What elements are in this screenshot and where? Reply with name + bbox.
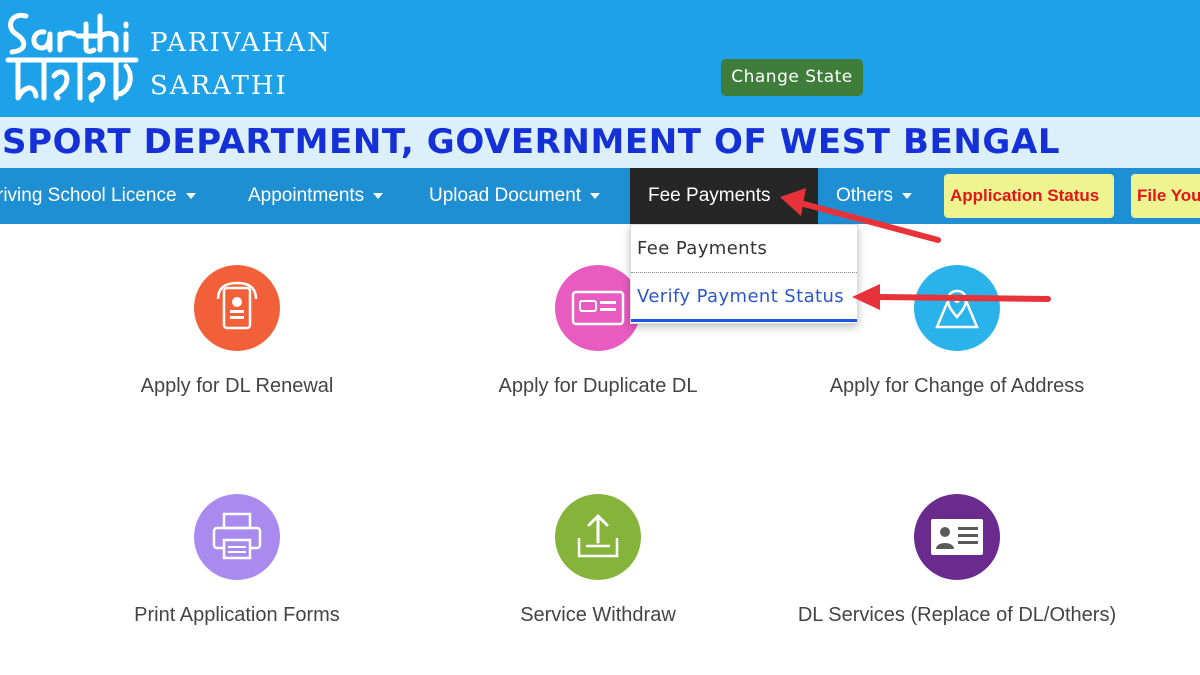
- nav-driving-school-licence[interactable]: riving School Licence: [0, 168, 196, 224]
- main-nav: riving School Licence Appointments Uploa…: [0, 168, 1200, 224]
- fee-payments-dropdown: Fee Payments Verify Payment Status: [630, 224, 858, 324]
- department-banner: SPORT DEPARTMENT, GOVERNMENT OF WEST BEN…: [0, 117, 1200, 168]
- site-brand-text: PARIVAHAN SARATHI: [150, 22, 332, 108]
- id-badge-icon: [194, 265, 280, 351]
- site-header: PARIVAHAN SARATHI Change State: [0, 0, 1200, 117]
- service-label: Apply for Duplicate DL: [498, 375, 698, 397]
- caret-down-icon: [373, 192, 384, 199]
- nav-upload-document[interactable]: Upload Document: [429, 168, 601, 224]
- service-label: DL Services (Replace of DL/Others): [797, 604, 1117, 626]
- service-label: Service Withdraw: [520, 604, 676, 626]
- change-state-button[interactable]: Change State: [721, 59, 863, 96]
- caret-down-icon: [902, 192, 913, 199]
- nav-label: riving School Licence: [0, 185, 177, 206]
- nav-fee-payments[interactable]: Fee Payments: [630, 168, 818, 224]
- nav-others[interactable]: Others: [836, 168, 913, 224]
- brand-line-sarathi: SARATHI: [150, 71, 288, 101]
- dropdown-item-verify-payment-status[interactable]: Verify Payment Status: [631, 274, 857, 322]
- service-label: Print Application Forms: [134, 604, 340, 626]
- printer-icon: [194, 494, 280, 580]
- brand-line-parivahan: PARIVAHAN: [150, 28, 332, 58]
- nav-appointments[interactable]: Appointments: [248, 168, 384, 224]
- upload-tray-icon: [555, 494, 641, 580]
- id-card-icon: [555, 265, 641, 351]
- application-status-button[interactable]: Application Status: [944, 174, 1114, 218]
- service-label: Apply for DL Renewal: [140, 375, 334, 397]
- nav-label: Appointments: [248, 185, 365, 206]
- caret-down-icon: [590, 192, 601, 199]
- caret-down-icon: [185, 192, 196, 199]
- dropdown-item-fee-payments[interactable]: Fee Payments: [631, 225, 857, 273]
- sarathi-logo-icon[interactable]: [4, 6, 140, 106]
- id-card-icon: [914, 494, 1000, 580]
- file-your-button[interactable]: File You: [1131, 174, 1200, 218]
- nav-label: Others: [836, 185, 894, 206]
- map-pin-icon: [914, 265, 1000, 351]
- nav-label: Upload Document: [429, 185, 582, 206]
- service-label: Apply for Change of Address: [829, 375, 1085, 397]
- nav-label: Fee Payments: [648, 185, 771, 206]
- department-title: SPORT DEPARTMENT, GOVERNMENT OF WEST BEN…: [2, 122, 1061, 162]
